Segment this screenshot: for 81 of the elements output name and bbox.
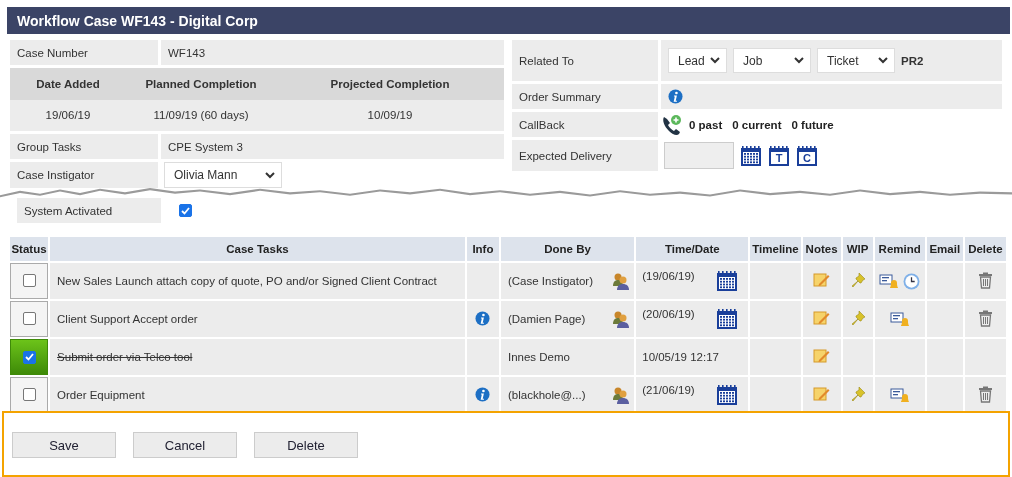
dropdown[interactable]: Lead bbox=[668, 48, 727, 73]
column-header[interactable]: Timeline bbox=[750, 237, 801, 261]
column-header[interactable]: Delete bbox=[964, 237, 1006, 261]
date-value: 19/06/19 bbox=[44, 108, 92, 123]
field-label: CallBack bbox=[512, 112, 658, 137]
field-label: Group Tasks bbox=[10, 134, 158, 159]
task-date: (21/06/19) bbox=[642, 384, 695, 396]
task-name: Order Equipment bbox=[57, 389, 145, 401]
calendar-icon[interactable] bbox=[716, 270, 739, 292]
task-checkbox[interactable] bbox=[22, 387, 36, 401]
reminder-bell-icon[interactable] bbox=[889, 387, 910, 403]
field-label: Order Summary bbox=[512, 84, 658, 109]
callback-count[interactable]: 0 current bbox=[732, 118, 782, 131]
trash-icon[interactable] bbox=[977, 385, 993, 403]
task-checkbox[interactable] bbox=[22, 273, 36, 287]
field-value: WF143 bbox=[161, 40, 504, 65]
action-button[interactable]: Save bbox=[12, 432, 116, 458]
phone-add-icon[interactable] bbox=[661, 113, 683, 136]
field-label: Case Instigator bbox=[10, 162, 158, 188]
field-label: Related To bbox=[512, 40, 658, 81]
dropdown[interactable]: Olivia Mann bbox=[164, 162, 282, 188]
column-header[interactable]: Case Tasks bbox=[50, 237, 465, 261]
chevron-down-icon[interactable] bbox=[710, 57, 720, 64]
trash-icon[interactable] bbox=[977, 271, 993, 289]
assignee: (Case Instigator) bbox=[507, 275, 593, 287]
info-icon[interactable] bbox=[475, 386, 491, 402]
task-name: New Sales Launch attach copy of quote, PO and/or Signed Client Contract bbox=[57, 275, 437, 287]
column-header[interactable]: WIP bbox=[842, 237, 873, 261]
calendar-icon[interactable] bbox=[716, 384, 739, 406]
reminder-bell-icon[interactable] bbox=[879, 273, 900, 289]
column-header[interactable]: Email bbox=[926, 237, 963, 261]
checkbox[interactable] bbox=[179, 204, 192, 217]
assignee: (blackhole@...) bbox=[507, 389, 586, 401]
column-header: Planned Completion bbox=[126, 68, 276, 100]
column-header[interactable]: Remind bbox=[874, 237, 925, 261]
calendar-icon[interactable] bbox=[740, 144, 762, 167]
task-checkbox[interactable] bbox=[22, 350, 36, 364]
chevron-down-icon[interactable] bbox=[878, 57, 888, 64]
column-header[interactable]: Done By bbox=[500, 237, 635, 261]
assignee: (Damien Page) bbox=[507, 313, 586, 325]
dropdown[interactable]: Job bbox=[733, 48, 811, 73]
column-header[interactable]: Info bbox=[466, 237, 499, 261]
column-header[interactable]: Notes bbox=[802, 237, 841, 261]
calendar-letter-icon[interactable]: C bbox=[796, 144, 818, 167]
action-button[interactable]: Delete bbox=[254, 432, 358, 458]
trash-icon[interactable] bbox=[977, 309, 993, 327]
dropdown[interactable]: Ticket bbox=[817, 48, 895, 73]
date-field[interactable] bbox=[664, 142, 734, 169]
assign-user-icon[interactable] bbox=[611, 310, 630, 328]
task-checkbox[interactable] bbox=[22, 311, 36, 325]
column-header: Date Added bbox=[10, 68, 126, 100]
field-label: Expected Delivery bbox=[512, 140, 658, 171]
task-date: 10/05/19 12:17 bbox=[642, 351, 719, 364]
chevron-down-icon[interactable] bbox=[265, 171, 275, 179]
field-label: Case Number bbox=[10, 40, 158, 65]
assignee: Innes Demo bbox=[507, 351, 570, 364]
task-date: (20/06/19) bbox=[642, 308, 695, 320]
callback-count[interactable]: 0 past bbox=[689, 118, 723, 131]
column-header: Projected Completion bbox=[276, 68, 504, 100]
clock-icon[interactable] bbox=[903, 272, 921, 290]
field-value: CPE System 3 bbox=[161, 134, 504, 159]
date-value: 11/09/19 (60 days) bbox=[152, 108, 250, 123]
task-date: (19/06/19) bbox=[642, 270, 695, 282]
task-name: Client Support Accept order bbox=[57, 313, 198, 325]
assign-user-icon[interactable] bbox=[611, 386, 630, 404]
chevron-down-icon[interactable] bbox=[794, 57, 804, 64]
window-title: Workflow Case WF143 - Digital Corp bbox=[7, 7, 1010, 34]
info-icon[interactable] bbox=[475, 310, 491, 326]
action-button[interactable]: Cancel bbox=[133, 432, 237, 458]
info-icon[interactable] bbox=[668, 89, 683, 104]
field-label: System Activated bbox=[17, 198, 161, 223]
column-header[interactable]: Status bbox=[10, 237, 49, 261]
reminder-bell-icon[interactable] bbox=[889, 311, 910, 327]
callback-count[interactable]: 0 future bbox=[791, 118, 834, 131]
calendar-icon[interactable] bbox=[716, 308, 739, 330]
assign-user-icon[interactable] bbox=[611, 272, 630, 290]
related-value: PR2 bbox=[901, 54, 924, 67]
date-value: 10/09/19 bbox=[366, 108, 414, 123]
column-header[interactable]: Time/Date bbox=[636, 237, 749, 261]
task-name: Submit order via Telco tool bbox=[57, 351, 193, 363]
calendar-letter-icon[interactable]: T bbox=[768, 144, 790, 167]
